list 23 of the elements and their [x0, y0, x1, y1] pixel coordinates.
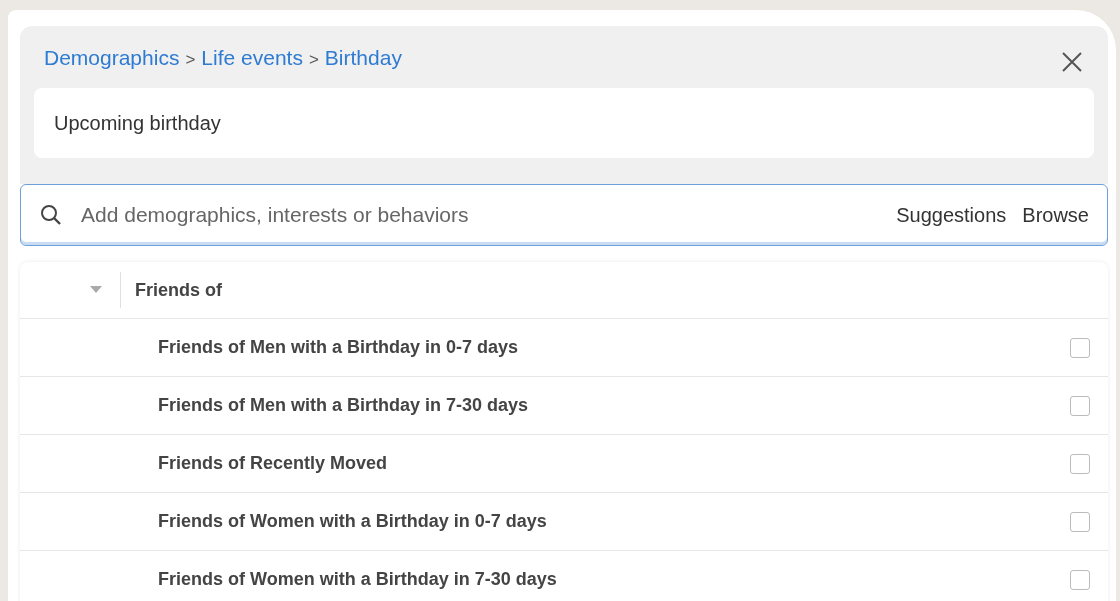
search-field[interactable]: Add demographics, interests or behaviors Suggestions Browse [20, 184, 1108, 246]
checkbox[interactable] [1070, 395, 1090, 416]
breadcrumb-separator: > [308, 50, 319, 70]
search-action-link[interactable]: Browse [1022, 203, 1089, 227]
search-icon [39, 203, 63, 227]
breadcrumb-link[interactable]: Demographics [44, 46, 180, 70]
option-label: Friends of Women with a Birthday in 0-7 days [158, 511, 547, 532]
caret-icon[interactable] [90, 286, 102, 294]
selected-item: Upcoming birthday [34, 88, 1094, 158]
close-icon[interactable] [1060, 50, 1084, 74]
option-label: Friends of Women with a Birthday in 7-30 days [158, 569, 557, 590]
option-label: Friends of Men with a Birthday in 0-7 days [158, 337, 519, 358]
group-label: Friends of [135, 279, 222, 301]
checkbox[interactable] [1070, 453, 1090, 474]
search-action-link[interactable]: Suggestions [896, 203, 1007, 227]
checkbox[interactable] [1070, 511, 1090, 532]
breadcrumb-link[interactable]: Life events [201, 46, 303, 70]
breadcrumb-separator: > [185, 50, 196, 70]
option-label: Friends of Men with a Birthday in 7-30 days [158, 395, 529, 416]
checkbox[interactable] [1070, 337, 1090, 358]
checkbox[interactable] [1070, 569, 1090, 590]
breadcrumb-link[interactable]: Birthday [324, 46, 402, 70]
option-label: Friends of Recently Moved [158, 453, 388, 474]
